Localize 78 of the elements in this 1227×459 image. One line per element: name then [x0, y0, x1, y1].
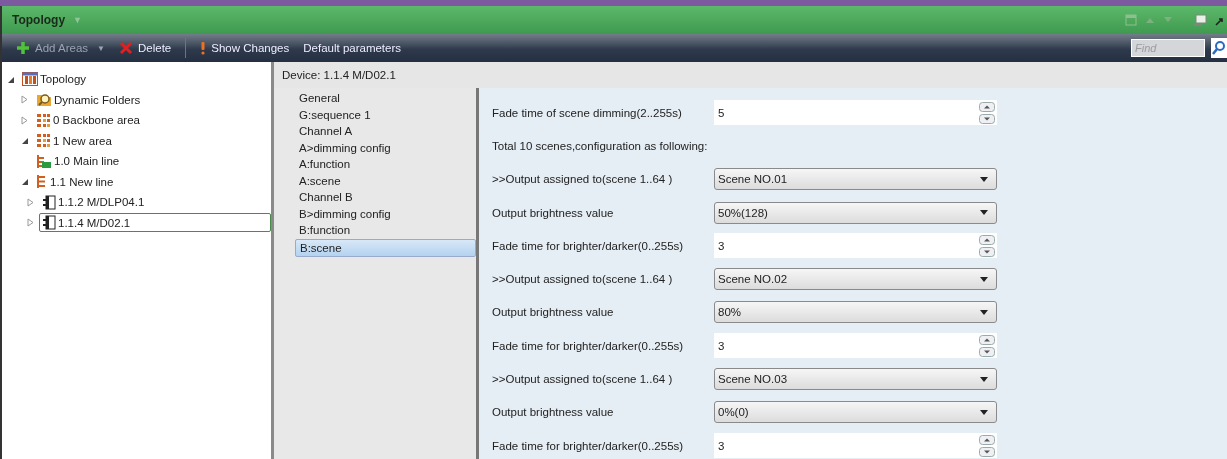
grid-icon — [36, 112, 51, 128]
page-item[interactable]: General — [295, 90, 476, 107]
spin-down-icon[interactable] — [979, 346, 995, 357]
dropdown[interactable]: 0%(0) — [714, 401, 997, 424]
caret-icon — [980, 210, 988, 216]
page-item[interactable]: Channel A — [295, 123, 476, 140]
tree-item[interactable]: 1.1.4 M/D02.1 — [39, 213, 271, 233]
number-field[interactable]: 5 — [714, 100, 997, 126]
caret-icon — [980, 409, 988, 415]
parameter-label: Output brightness value — [492, 406, 615, 419]
collapse-arrow-icon[interactable] — [20, 136, 29, 146]
page-item[interactable]: Channel B — [295, 189, 476, 206]
tree-item[interactable]: 1.1.2 M/DLP04.1 — [39, 192, 148, 212]
expand-arrow-icon[interactable] — [26, 218, 35, 228]
spin-down-icon[interactable] — [979, 446, 995, 457]
toolbar-button[interactable]: Show Changes — [196, 41, 294, 55]
parameter-label: >>Output assigned to(scene 1..64 ) — [492, 273, 674, 286]
collapse-arrow-icon[interactable] — [20, 177, 29, 187]
search-field[interactable]: Find — [1131, 39, 1205, 57]
page-item[interactable]: A:scene — [295, 172, 476, 189]
window-title: Topology — [12, 13, 66, 27]
caret-icon — [980, 309, 988, 315]
exclamation-icon — [200, 41, 207, 55]
plus-icon — [16, 41, 30, 55]
expand-arrow-icon[interactable] — [26, 197, 35, 207]
folder-icon — [36, 92, 52, 108]
parameter-label: Fade time of scene dimming(2..255s) — [492, 106, 683, 119]
page-item[interactable]: B>dimming config — [295, 205, 476, 222]
spin-up-icon[interactable] — [979, 234, 995, 245]
number-field[interactable]: 3 — [714, 233, 997, 259]
device-title: Device: 1.1.4 M/D02.1 — [282, 69, 396, 81]
dropdown[interactable]: Scene NO.02 — [714, 268, 997, 291]
page-item[interactable]: G:sequence 1 — [295, 106, 476, 123]
page-item[interactable]: B:scene — [295, 238, 476, 257]
spin-up-icon[interactable] — [979, 101, 995, 112]
spin-down-icon[interactable] — [979, 246, 995, 257]
expand-arrow-icon[interactable] — [20, 115, 29, 125]
parameter-label: Total 10 scenes,configuration as following: — [492, 139, 709, 152]
expand-arrow-icon[interactable] — [20, 95, 29, 105]
device-icon — [42, 215, 56, 231]
toolbar-button[interactable]: Default parameters — [299, 42, 406, 54]
page-item[interactable]: B:function — [295, 222, 476, 239]
spin-up-icon[interactable] — [979, 334, 995, 345]
parameter-label: Fade time for brighter/darker(0..255s) — [492, 239, 685, 252]
tree-item[interactable]: Topology — [19, 70, 90, 89]
caret-icon — [980, 276, 988, 282]
parameter-label: Output brightness value — [492, 206, 615, 219]
toolbar-button[interactable]: Delete — [115, 41, 176, 55]
tree-item[interactable]: 1.1 New line — [33, 172, 117, 192]
dropdown[interactable]: Scene NO.03 — [714, 368, 997, 390]
delete-icon — [119, 41, 133, 55]
number-field[interactable]: 3 — [714, 333, 997, 359]
caret-icon — [980, 376, 988, 382]
number-field[interactable]: 3 — [714, 433, 997, 459]
parameter-label: Output brightness value — [492, 306, 615, 319]
line-icon — [36, 174, 48, 190]
spin-down-icon[interactable] — [979, 113, 995, 124]
device-icon — [42, 194, 56, 210]
dropdown[interactable]: Scene NO.01 — [714, 168, 997, 191]
tree-item[interactable]: 0 Backbone area — [33, 110, 143, 130]
parameter-label: >>Output assigned to(scene 1..64 ) — [492, 173, 674, 186]
parameter-label: >>Output assigned to(scene 1..64 ) — [492, 373, 674, 385]
parameter-label: Fade time for brighter/darker(0..255s) — [492, 439, 685, 452]
dropdown[interactable]: 80% — [714, 301, 997, 324]
caret-icon — [980, 176, 988, 182]
grid-icon — [22, 72, 38, 87]
spin-up-icon[interactable] — [979, 434, 995, 445]
tree-item[interactable]: 1.0 Main line — [33, 151, 123, 171]
grid-icon — [36, 133, 51, 149]
page-item[interactable]: A:function — [295, 156, 476, 173]
dropdown[interactable]: 50%(128) — [714, 201, 997, 224]
parameter-label: Fade time for brighter/darker(0..255s) — [492, 339, 685, 352]
line-icon — [36, 153, 52, 169]
tree-item[interactable]: 1 New area — [33, 131, 115, 151]
page-item[interactable]: A>dimming config — [295, 139, 476, 156]
tree-item[interactable]: Dynamic Folders — [33, 90, 144, 110]
monitor-icon[interactable] — [1193, 13, 1207, 27]
search-icon[interactable] — [1211, 38, 1227, 58]
